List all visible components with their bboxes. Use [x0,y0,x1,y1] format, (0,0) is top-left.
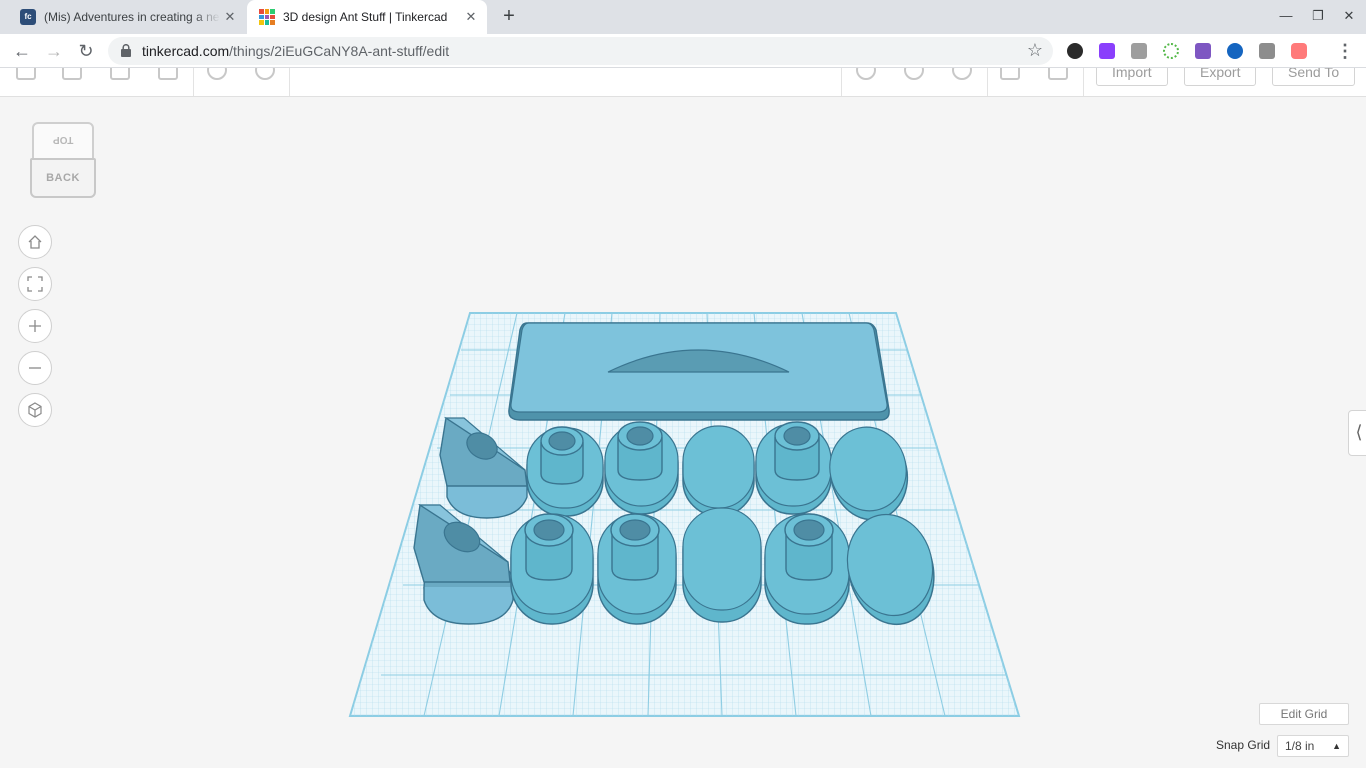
tab-title: (Mis) Adventures in creating a ne [44,10,220,24]
extension-puzzle-icon[interactable] [1195,43,1211,59]
workplane-scene[interactable] [340,305,1030,725]
view-cube-back-face[interactable]: BACK [30,158,96,198]
tab-strip: fc (Mis) Adventures in creating a ne ✕ 3… [0,0,1366,34]
undo-icon[interactable] [207,68,227,80]
import-button[interactable]: Import [1096,68,1168,86]
toolbar-divider [1083,68,1084,96]
new-shape-icon[interactable] [16,68,36,80]
window-close-icon[interactable]: ✕ [1341,8,1357,26]
shape-tube-base-2[interactable] [604,421,679,515]
fc-favicon-icon: fc [20,9,36,25]
close-tab-icon[interactable]: ✕ [463,9,479,25]
redo-icon[interactable] [255,68,275,80]
extension-pages-icon[interactable] [1131,43,1147,59]
extension-arrow-icon[interactable] [1291,43,1307,59]
tinkercad-favicon-icon [259,9,275,25]
zoom-in-button[interactable] [18,309,52,343]
fit-view-button[interactable] [18,267,52,301]
mirror-icon[interactable] [1048,68,1068,80]
shape-oval-pad-1[interactable] [682,425,755,517]
duplicate-icon[interactable] [110,68,130,80]
url-host: tinkercad.com [142,43,230,59]
cube-icon [28,402,42,418]
shape-tube-base-1[interactable] [526,426,604,517]
extension-circle-icon[interactable] [1163,43,1179,59]
restore-icon[interactable]: ❐ [1310,8,1326,26]
panel-toggle-tab[interactable]: ⟨ [1348,410,1366,456]
browser-toolbar: ← → ↻ tinkercad.com/things/2iEuGCaNY8A-a… [0,34,1366,68]
address-bar[interactable]: tinkercad.com/things/2iEuGCaNY8A-ant-stu… [108,37,1053,65]
lightbulb-icon[interactable] [856,68,876,80]
browser-tab-2[interactable]: 3D design Ant Stuff | Tinkercad ✕ [247,0,487,34]
lock-icon [121,44,131,57]
tab-title: 3D design Ant Stuff | Tinkercad [283,10,448,24]
extension-globe-icon[interactable] [1227,43,1243,59]
fit-all-icon [27,276,43,292]
app-toolbar: Import Export Send To [0,68,1366,97]
toolbar-divider [289,68,290,96]
home-icon [28,235,42,249]
plus-icon [29,320,41,332]
close-tab-icon[interactable]: ✕ [222,9,238,25]
align-icon[interactable] [1000,68,1020,80]
url-text: tinkercad.com/things/2iEuGCaNY8A-ant-stu… [142,43,449,59]
extension-purple-icon[interactable] [1099,43,1115,59]
minimize-icon[interactable]: — [1278,8,1294,26]
shape-oval-pad-3[interactable] [682,507,762,623]
forward-arrow-icon[interactable]: → [43,40,65,62]
snap-grid-label: Snap Grid [1216,738,1271,752]
shape-tube-base-6[interactable] [764,513,850,625]
browser-tab-1[interactable]: fc (Mis) Adventures in creating a ne ✕ [8,0,246,34]
zoom-out-button[interactable] [18,351,52,385]
home-view-button[interactable] [18,225,52,259]
view-cube-top-face[interactable]: TOP [32,122,94,160]
view-cube[interactable]: TOP BACK [28,122,98,202]
toolbar-divider [193,68,194,96]
caret-up-icon: ▲ [1332,741,1341,751]
back-arrow-icon[interactable]: ← [11,40,33,62]
toolbar-divider [841,68,842,96]
url-path: /things/2iEuGCaNY8A-ant-stuff/edit [229,43,450,59]
group-icon[interactable] [904,68,924,80]
extension-shield-icon[interactable] [1067,43,1083,59]
ungroup-icon[interactable] [952,68,972,80]
shape-plate-with-slot[interactable] [508,322,890,421]
extension-gray-icon[interactable] [1259,43,1275,59]
reload-icon[interactable]: ↻ [75,40,97,62]
copy-icon[interactable] [62,68,82,80]
new-tab-button[interactable]: + [499,6,519,27]
shape-tube-base-4[interactable] [510,513,594,625]
toolbar-divider [987,68,988,96]
view-cube-top-label: TOP [52,134,74,145]
minus-icon [29,367,41,369]
shape-tube-base-3[interactable] [755,421,832,515]
snap-grid-value: 1/8 in [1285,739,1315,753]
bookmark-star-icon[interactable]: ☆ [1027,40,1043,61]
export-button[interactable]: Export [1184,68,1257,86]
snap-grid-select[interactable]: 1/8 in ▲ [1277,735,1349,757]
browser-menu-icon[interactable]: ⋮ [1336,41,1354,61]
send-to-button[interactable]: Send To [1272,68,1356,86]
perspective-button[interactable] [18,393,52,427]
edit-grid-button[interactable]: Edit Grid [1259,703,1349,725]
delete-icon[interactable] [158,68,178,80]
shape-tube-base-5[interactable] [597,513,677,625]
